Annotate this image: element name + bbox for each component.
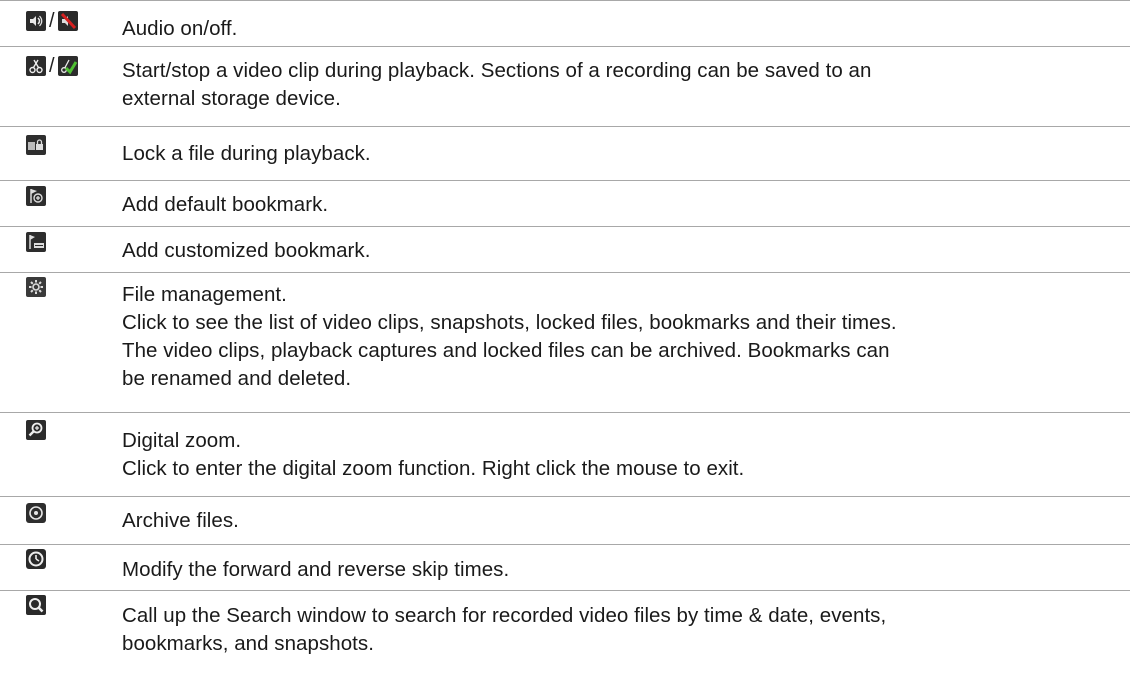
row-description: Add default bookmark. bbox=[122, 191, 1110, 219]
description-line: external storage device. bbox=[122, 87, 341, 110]
row-description: Call up the Search window to search for … bbox=[122, 602, 1110, 658]
description-line: Click to see the list of video clips, sn… bbox=[122, 311, 897, 334]
description-line: Lock a file during playback. bbox=[122, 142, 371, 165]
table-row: Lock a file during playback. bbox=[0, 126, 1130, 180]
row-description: Add customized bookmark. bbox=[122, 237, 1110, 265]
row-icons bbox=[26, 185, 46, 207]
row-description: Lock a file during playback. bbox=[122, 140, 1110, 168]
scissors-check-icon bbox=[57, 56, 78, 76]
row-icons: / bbox=[26, 55, 78, 77]
row-description: Archive files. bbox=[122, 507, 1110, 535]
table-row: Call up the Search window to search for … bbox=[0, 590, 1130, 674]
bookmark-add-icon bbox=[26, 186, 46, 206]
description-line: bookmarks, and snapshots. bbox=[122, 632, 374, 655]
row-icons bbox=[26, 276, 46, 298]
row-icons bbox=[26, 419, 46, 441]
description-line: File management. bbox=[122, 283, 287, 306]
description-line: Archive files. bbox=[122, 509, 239, 532]
row-icons bbox=[26, 134, 46, 156]
icon-separator: / bbox=[49, 10, 55, 32]
description-line: Digital zoom. bbox=[122, 429, 242, 452]
table-row: Archive files. bbox=[0, 496, 1130, 544]
row-description: File management. Click to see the list o… bbox=[122, 281, 1110, 393]
archive-disc-icon bbox=[26, 503, 46, 523]
description-line: The video clips, playback captures and l… bbox=[122, 339, 890, 362]
description-line: Audio on/off. bbox=[122, 17, 238, 40]
table-row: Add default bookmark. bbox=[0, 180, 1130, 226]
row-description: Audio on/off. bbox=[122, 15, 1110, 43]
description-line: Call up the Search window to search for … bbox=[122, 604, 887, 627]
bookmark-custom-icon bbox=[26, 232, 46, 252]
row-icons bbox=[26, 231, 46, 253]
description-line: Start/stop a video clip during playback.… bbox=[122, 59, 872, 82]
lock-file-icon bbox=[26, 135, 46, 155]
description-line: Add default bookmark. bbox=[122, 193, 329, 216]
scissors-icon bbox=[26, 56, 46, 76]
icon-separator: / bbox=[49, 55, 55, 77]
row-description: Start/stop a video clip during playback.… bbox=[122, 57, 1110, 113]
row-description: Digital zoom. Click to enter the digital… bbox=[122, 427, 1110, 483]
description-line: be renamed and deleted. bbox=[122, 367, 352, 390]
table-row: File management. Click to see the list o… bbox=[0, 272, 1130, 412]
table-row: / Audio on/off. bbox=[0, 0, 1130, 46]
row-icons bbox=[26, 548, 46, 570]
clock-icon bbox=[26, 549, 46, 569]
table-row: Add customized bookmark. bbox=[0, 226, 1130, 272]
table-row: Digital zoom. Click to enter the digital… bbox=[0, 412, 1130, 496]
description-line: Click to enter the digital zoom function… bbox=[122, 457, 745, 480]
icon-description-table: / Audio on/off. / Start/stop a video cli… bbox=[0, 0, 1130, 674]
description-line: Modify the forward and reverse skip time… bbox=[122, 558, 510, 581]
speaker-muted-icon bbox=[57, 11, 78, 31]
row-icons bbox=[26, 594, 46, 616]
table-row: / Start/stop a video clip during playbac… bbox=[0, 46, 1130, 126]
table-row: Modify the forward and reverse skip time… bbox=[0, 544, 1130, 590]
row-icons bbox=[26, 502, 46, 524]
row-icons: / bbox=[26, 10, 78, 32]
search-icon bbox=[26, 595, 46, 615]
row-description: Modify the forward and reverse skip time… bbox=[122, 556, 1110, 584]
speaker-icon bbox=[26, 11, 46, 31]
description-line: Add customized bookmark. bbox=[122, 239, 371, 262]
gear-icon bbox=[26, 277, 46, 297]
zoom-icon bbox=[26, 420, 46, 440]
